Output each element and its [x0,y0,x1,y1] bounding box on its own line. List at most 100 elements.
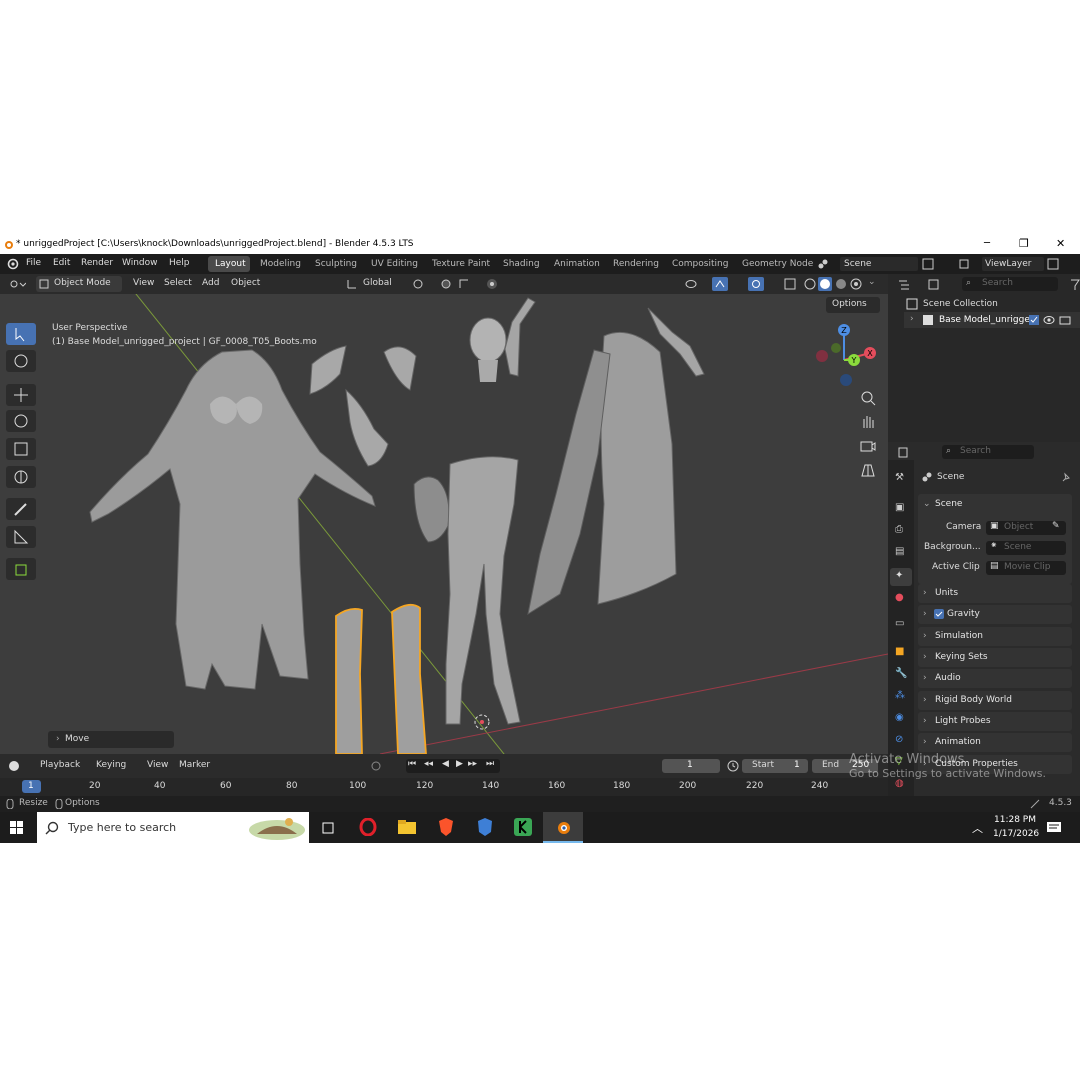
rendered-shading-icon[interactable] [850,278,862,290]
task-view-icon[interactable] [320,820,336,836]
jump-start-icon[interactable]: ⏮ [408,759,416,769]
scale-tool[interactable] [6,438,36,460]
tool-tab-icon[interactable]: ⚒ [895,472,904,483]
panel-animation[interactable]: › Animation [918,733,1072,752]
menu-window[interactable]: Window [122,258,158,268]
scene-selector[interactable]: Scene [840,257,918,271]
view-layer-selector[interactable]: ViewLayer [982,257,1044,271]
render-tab-icon[interactable]: ▣ [895,502,904,513]
menu-marker[interactable]: Marker [179,760,210,770]
menu-view[interactable]: View [133,278,154,288]
last-operator-panel[interactable]: › Move [48,731,174,748]
jump-end-icon[interactable]: ⏭ [486,759,494,769]
perspective-grid-icon[interactable] [859,461,877,479]
eye-icon[interactable] [1043,314,1055,326]
current-frame-field[interactable]: 1 [662,759,720,773]
overlays-icon[interactable] [748,277,764,291]
menu-render[interactable]: Render [81,258,113,268]
rotate-tool[interactable] [6,410,36,432]
notifications-icon[interactable] [1046,821,1062,835]
camera-field[interactable]: ▣ Object ✎ [986,521,1066,535]
tab-sculpting[interactable]: Sculpting [315,259,357,269]
restore-button[interactable]: ❐ [1019,237,1029,250]
annotate-tool[interactable] [6,498,36,520]
panel-gravity[interactable]: › Gravity [918,605,1072,624]
xray-icon[interactable] [784,278,796,290]
gravity-checkbox-icon[interactable] [934,609,944,619]
render-camera-icon[interactable] [1059,314,1071,326]
new-view-layer-icon[interactable] [1046,258,1060,270]
menu-select[interactable]: Select [164,278,192,288]
options-button[interactable]: Options [826,297,880,313]
opera-icon[interactable] [359,818,377,836]
windows-start-icon[interactable] [10,821,24,835]
view-layer-tab-icon[interactable]: ▤ [895,546,904,557]
outliner-search-input[interactable]: ⌕ Search [962,277,1058,291]
transform-tool[interactable] [6,466,36,488]
orientation-dropdown[interactable]: Global [363,278,392,288]
menu-file[interactable]: File [26,258,41,268]
app-shield-icon[interactable] [476,817,494,837]
tab-rendering[interactable]: Rendering [613,259,659,269]
tab-modeling[interactable]: Modeling [260,259,301,269]
tab-layout[interactable]: Layout [208,256,250,272]
gizmo-toggle-icon[interactable] [712,277,728,291]
physics-tab-icon[interactable]: ◉ [895,712,904,723]
material-shading-icon[interactable] [835,278,847,290]
menu-timeline-view[interactable]: View [147,760,168,770]
tab-geometry-nodes[interactable]: Geometry Node [742,259,813,269]
constraints-tab-icon[interactable]: ⊘ [895,734,903,745]
collection-tab-icon[interactable]: ▭ [895,618,904,629]
play-reverse-icon[interactable]: ◀ [442,759,449,769]
minimize-button[interactable]: ─ [984,238,990,249]
background-scene-field[interactable]: ⁕ Scene [986,541,1066,555]
active-clip-field[interactable]: ▤ Movie Clip [986,561,1066,575]
proportional-edit-icon[interactable] [486,278,498,290]
visibility-icon[interactable] [684,278,706,290]
menu-add[interactable]: Add [202,278,219,288]
exclude-checkbox-icon[interactable] [1028,314,1040,326]
add-cube-tool[interactable] [6,558,36,580]
wireframe-shading-icon[interactable] [804,278,816,290]
prev-keyframe-icon[interactable]: ◂◂ [424,759,433,769]
file-explorer-icon[interactable] [397,818,417,836]
shading-options-chevron-icon[interactable]: ⌄ [868,277,876,287]
next-keyframe-icon[interactable]: ▸▸ [468,759,477,769]
panel-expanded-chevron-icon[interactable]: ⌄ [923,499,931,509]
move-tool[interactable] [6,384,36,406]
scene-tab-icon[interactable]: ✦ [890,568,912,586]
modifier-tab-icon[interactable]: 🔧 [895,668,907,679]
menu-object[interactable]: Object [231,278,260,288]
snap-target-icon[interactable] [458,278,478,290]
pivot-icon[interactable] [412,278,428,290]
clock-editor-icon[interactable] [8,760,28,772]
tab-animation[interactable]: Animation [554,259,600,269]
taskbar-search-input[interactable]: Type here to search [37,812,309,843]
panel-keying-sets[interactable]: › Keying Sets [918,648,1072,667]
select-box-tool[interactable] [6,323,36,345]
k-app-icon[interactable] [514,818,532,836]
pan-hand-icon[interactable] [859,413,877,431]
tab-shading[interactable]: Shading [503,259,540,269]
tab-texture-paint[interactable]: Texture Paint [432,259,490,269]
tab-uv-editing[interactable]: UV Editing [371,259,418,269]
measure-tool[interactable] [6,526,36,548]
editor-type-icon[interactable] [8,278,26,290]
eyedropper-icon[interactable]: ✎ [1052,521,1060,531]
menu-playback[interactable]: Playback [40,760,80,770]
3d-viewport[interactable]: User Perspective (1) Base Model_unrigged… [0,294,888,754]
panel-rigid-body-world[interactable]: › Rigid Body World [918,691,1072,710]
world-tab-icon[interactable]: ● [895,592,904,603]
play-icon[interactable]: ▶ [456,759,463,769]
panel-units[interactable]: › Units [918,584,1072,603]
panel-light-probes[interactable]: › Light Probes [918,712,1072,731]
outliner-row-base-model[interactable]: › Base Model_unrigge [904,312,1080,328]
display-mode-icon[interactable] [928,279,948,291]
mode-dropdown[interactable]: Object Mode [36,276,122,292]
snap-icon[interactable] [440,278,454,290]
cursor-tool[interactable] [6,350,36,372]
pin-icon[interactable] [1060,471,1072,483]
close-button[interactable]: ✕ [1056,237,1065,250]
panel-audio[interactable]: › Audio [918,669,1072,688]
tab-compositing[interactable]: Compositing [672,259,728,269]
